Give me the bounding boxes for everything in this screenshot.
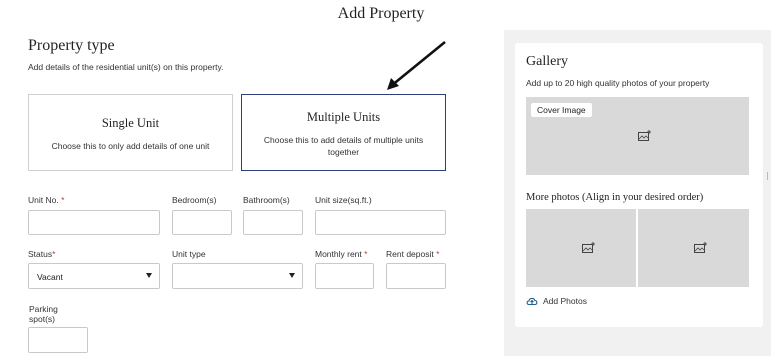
photo-slot-2[interactable]: [638, 209, 749, 287]
option-multiple-units[interactable]: Multiple Units Choose this to add detail…: [241, 94, 446, 171]
bathrooms-input[interactable]: [243, 210, 303, 235]
status-select[interactable]: Vacant: [28, 263, 160, 289]
parking-label: Parking spot(s): [29, 304, 58, 324]
monthly-rent-label: Monthly rent *: [315, 249, 368, 259]
gallery-title: Gallery: [526, 54, 568, 69]
option-single-unit[interactable]: Single Unit Choose this to only add deta…: [28, 94, 233, 171]
photo-slot-1[interactable]: [526, 209, 636, 287]
unit-type-label: Unit type: [172, 249, 206, 259]
chevron-down-icon: [289, 273, 295, 278]
unit-size-input[interactable]: [315, 210, 446, 235]
add-photos-label: Add Photos: [543, 296, 587, 306]
cover-image-badge: Cover Image: [531, 103, 592, 117]
chevron-down-icon: [146, 273, 152, 278]
right-edge-scroll-mark: [767, 172, 771, 180]
unit-size-label: Unit size(sq.ft.): [315, 195, 372, 205]
unit-no-input[interactable]: [28, 210, 160, 235]
image-add-icon: [638, 130, 651, 141]
unit-no-label: Unit No. *: [28, 195, 65, 205]
status-select-value: Vacant: [37, 272, 63, 282]
option-multiple-units-title: Multiple Units: [306, 110, 381, 124]
monthly-rent-input[interactable]: [315, 263, 374, 289]
bedrooms-input[interactable]: [172, 210, 232, 235]
rent-deposit-label: Rent deposit *: [386, 249, 440, 259]
status-label: Status*: [28, 249, 56, 259]
option-single-unit-desc: Choose this to only add details of one u…: [51, 141, 210, 151]
option-single-unit-title: Single Unit: [101, 116, 160, 130]
rent-deposit-input[interactable]: [386, 263, 446, 289]
parking-input[interactable]: [28, 327, 88, 353]
image-add-icon: [582, 242, 595, 253]
add-photos-button[interactable]: Add Photos: [526, 296, 587, 306]
image-add-icon: [694, 242, 707, 253]
option-multiple-units-desc: Choose this to add details of multiple u…: [263, 135, 424, 157]
section-subtitle: Add details of the residential unit(s) o…: [28, 62, 224, 72]
cloud-upload-icon: [526, 297, 538, 306]
page-title: Add Property: [337, 5, 425, 22]
gallery-subtitle: Add up to 20 high quality photos of your…: [526, 78, 710, 88]
section-title-property-type: Property type: [28, 37, 115, 54]
annotation-arrow: [387, 40, 446, 90]
more-photos-title: More photos (Align in your desired order…: [526, 192, 704, 203]
bathrooms-label: Bathroom(s): [243, 195, 290, 205]
bedrooms-label: Bedroom(s): [172, 195, 217, 205]
unit-type-select[interactable]: [172, 263, 303, 289]
